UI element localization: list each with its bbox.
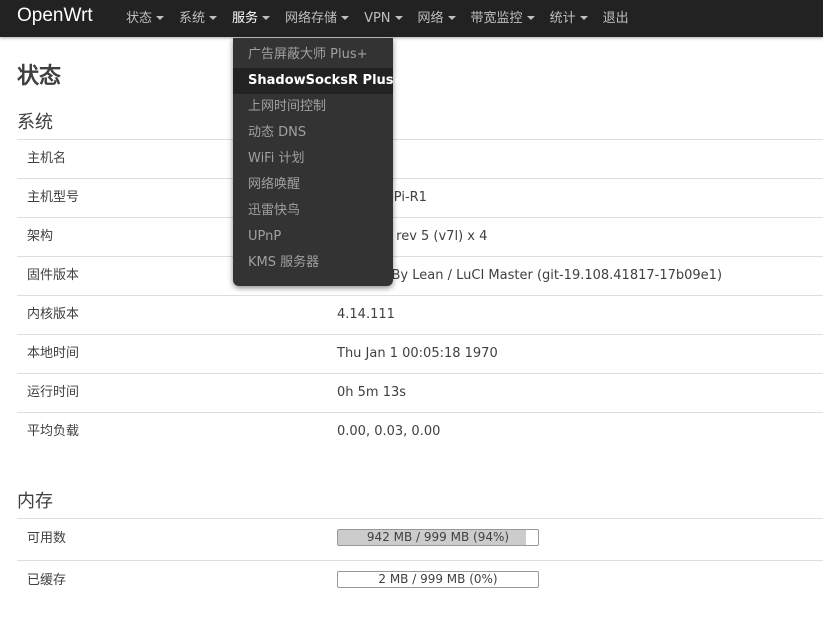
menu-system-label: 系统 xyxy=(179,11,206,26)
memory-available-bar: 942 MB / 999 MB (94%) xyxy=(337,529,539,546)
menu-status[interactable]: 状态 xyxy=(126,0,165,37)
system-section-title: 系统 xyxy=(17,112,53,133)
row-value: 0.00, 0.03, 0.00 xyxy=(337,424,441,439)
caret-down-icon xyxy=(394,15,403,20)
row-label: 主机名 xyxy=(27,151,67,166)
caret-down-icon xyxy=(579,15,588,20)
row-label: 平均负载 xyxy=(27,424,80,439)
top-navbar: OpenWrt 状态 系统 服务 网络存储 VPN 网络 带宽监控 统计 退出 xyxy=(0,0,823,37)
menu-status-label: 状态 xyxy=(126,11,153,26)
caret-down-icon xyxy=(341,15,350,20)
menu-statistics[interactable]: 统计 xyxy=(550,0,588,37)
menu-bandwidth[interactable]: 带宽监控 xyxy=(471,0,535,37)
menu-logout[interactable]: 退出 xyxy=(603,0,629,37)
dropdown-item-adbyby[interactable]: 广告屏蔽大师 Plus+ xyxy=(233,42,393,68)
menu-logout-label: 退出 xyxy=(602,11,629,26)
menu-nas[interactable]: 网络存储 xyxy=(285,0,350,37)
caret-down-icon xyxy=(447,15,456,20)
row-value: 4.14.111 xyxy=(337,307,395,322)
table-row: 本地时间 Thu Jan 1 00:05:18 1970 xyxy=(17,334,823,373)
caret-down-icon xyxy=(209,15,218,20)
row-label: 已缓存 xyxy=(27,573,67,588)
row-label: 运行时间 xyxy=(27,385,80,400)
caret-down-icon xyxy=(156,15,165,20)
memory-cached-bar: 2 MB / 999 MB (0%) xyxy=(337,571,539,588)
row-label: 内核版本 xyxy=(27,307,80,322)
row-value: 0h 5m 13s xyxy=(337,385,407,400)
dropdown-item-kms[interactable]: KMS 服务器 xyxy=(233,250,393,276)
table-row: 主机名 xyxy=(17,139,823,178)
dropdown-item-upnp[interactable]: UPnP xyxy=(233,224,393,250)
row-value: Thu Jan 1 00:05:18 1970 xyxy=(337,346,498,361)
main-menu: 状态 系统 服务 网络存储 VPN 网络 带宽监控 统计 退出 xyxy=(126,0,644,37)
row-value: R9.4.18 By Lean / LuCI Master (git-19.10… xyxy=(337,268,723,283)
table-row: 已缓存 2 MB / 999 MB (0%) xyxy=(17,560,823,602)
menu-statistics-label: 统计 xyxy=(549,11,576,26)
menu-network-label: 网络 xyxy=(417,11,444,26)
row-label: 架构 xyxy=(27,229,54,244)
menu-system[interactable]: 系统 xyxy=(179,0,218,37)
system-table: 主机名 主机型号lec NanoPi-R1 架构rocessor rev 5 (… xyxy=(17,139,823,451)
brand-logo[interactable]: OpenWrt xyxy=(17,6,93,30)
table-row: 主机型号lec NanoPi-R1 xyxy=(17,178,823,217)
page-title: 状态 xyxy=(17,64,62,89)
progress-text: 942 MB / 999 MB (94%) xyxy=(366,530,510,544)
menu-services[interactable]: 服务 xyxy=(232,0,271,37)
caret-down-icon xyxy=(526,15,535,20)
caret-down-icon xyxy=(262,15,271,20)
menu-nas-label: 网络存储 xyxy=(285,11,338,26)
menu-network[interactable]: 网络 xyxy=(418,0,456,37)
table-row: 固件版本 R9.4.18 By Lean / LuCI Master (git-1… xyxy=(17,256,823,295)
menu-vpn[interactable]: VPN xyxy=(364,0,403,37)
dropdown-item-time-control[interactable]: 上网时间控制 xyxy=(233,94,393,120)
row-label: 主机型号 xyxy=(27,190,80,205)
menu-services-label: 服务 xyxy=(232,11,259,26)
progress-text: 2 MB / 999 MB (0%) xyxy=(378,572,498,586)
row-label: 可用数 xyxy=(27,531,67,546)
row-label: 本地时间 xyxy=(27,346,80,361)
table-row: 运行时间 0h 5m 13s xyxy=(17,373,823,412)
dropdown-item-xunlei[interactable]: 迅雷快鸟 xyxy=(233,198,393,224)
memory-section-title: 内存 xyxy=(17,491,53,512)
services-dropdown: 广告屏蔽大师 Plus+ ShadowSocksR Plus+ 上网时间控制 动… xyxy=(233,38,404,286)
table-row: 可用数 942 MB / 999 MB (94%) xyxy=(17,518,823,560)
table-row: 架构 rocessor rev 5 (v7l) x 4 xyxy=(17,217,823,256)
table-row: 平均负载 0.00, 0.03, 0.00 xyxy=(17,412,823,451)
table-row: 内核版本 4.14.111 xyxy=(17,295,823,334)
menu-vpn-label: VPN xyxy=(364,11,391,26)
row-label: 固件版本 xyxy=(27,268,80,283)
menu-bandwidth-label: 带宽监控 xyxy=(470,11,523,26)
dropdown-item-wifi-schedule[interactable]: WiFi 计划 xyxy=(233,146,393,172)
memory-table: 可用数 942 MB / 999 MB (94%) 已缓存 2 MB / 999… xyxy=(17,518,823,602)
dropdown-item-ddns[interactable]: 动态 DNS xyxy=(233,120,393,146)
dropdown-item-ssr-plus[interactable]: ShadowSocksR Plus+ xyxy=(233,68,404,94)
dropdown-item-wol[interactable]: 网络唤醒 xyxy=(233,172,393,198)
